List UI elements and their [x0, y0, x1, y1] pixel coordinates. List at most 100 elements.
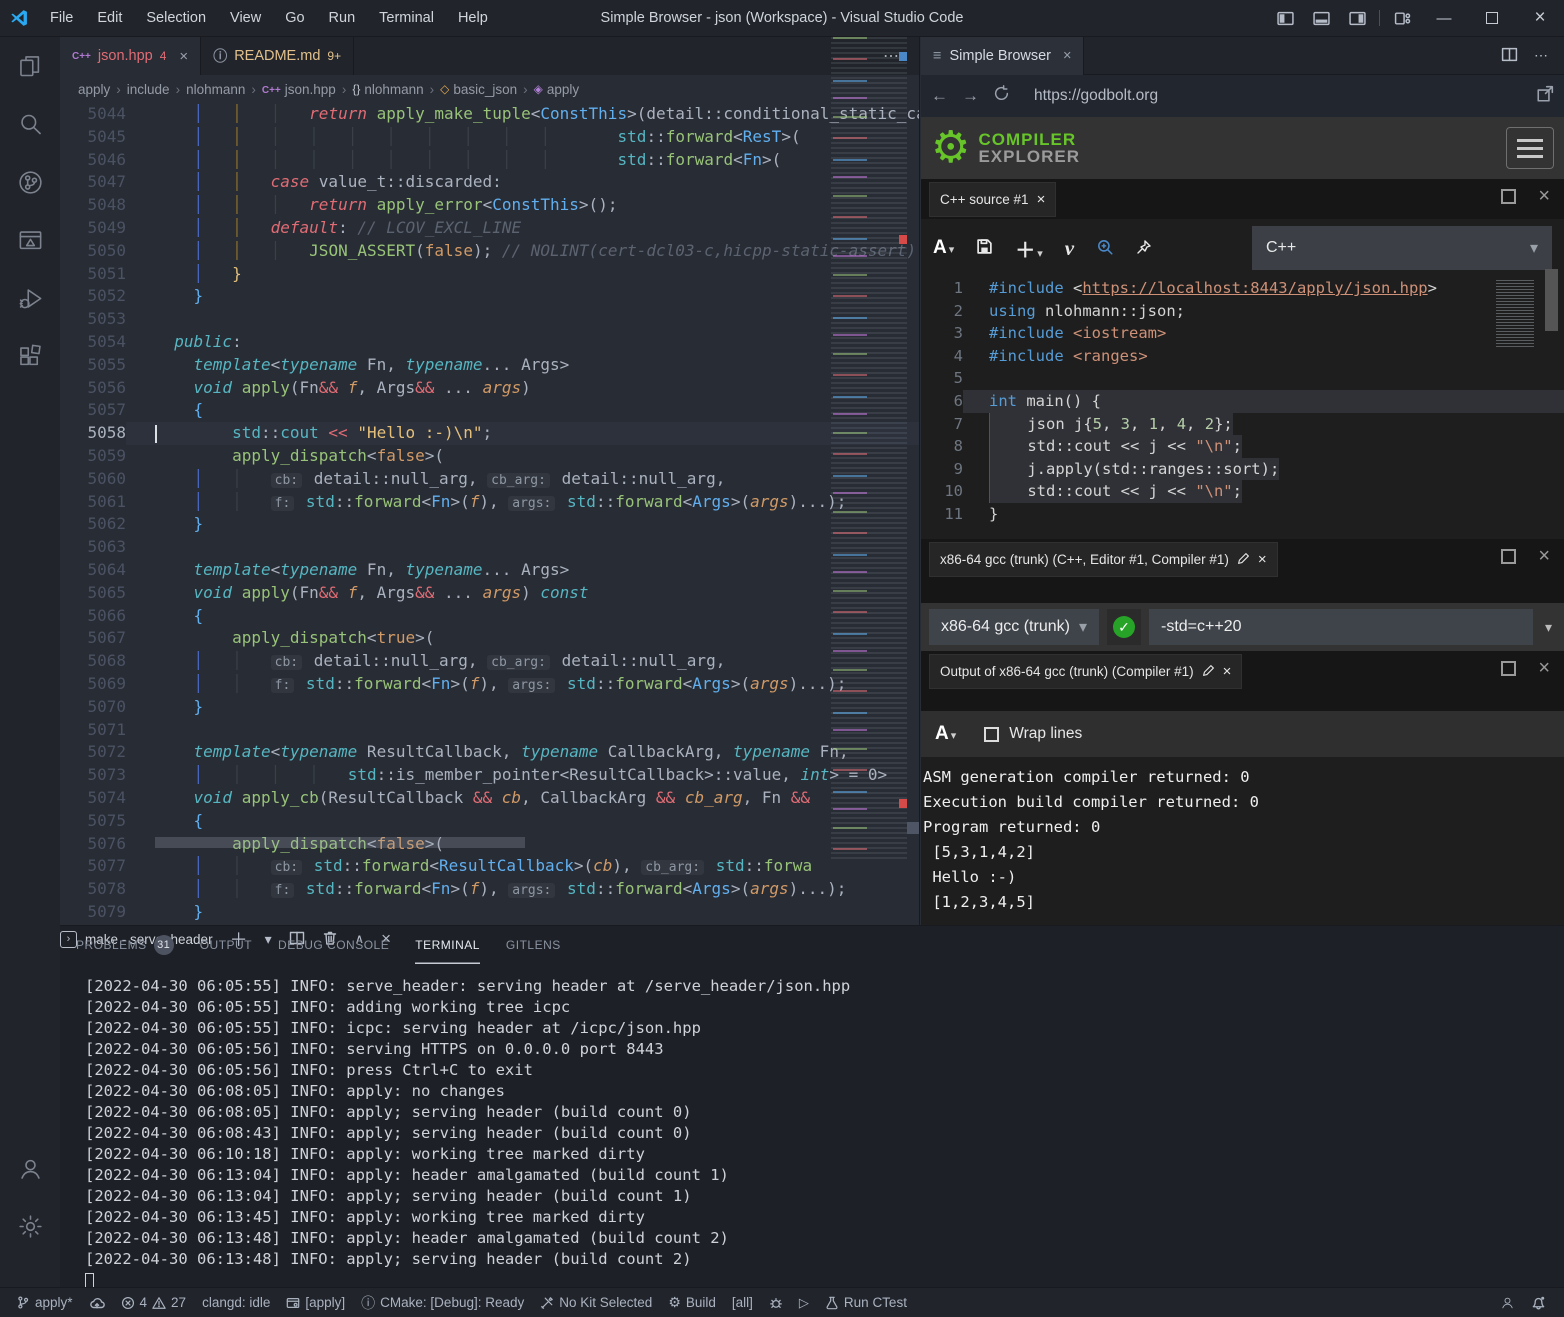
- add-pane-button[interactable]: ＋▾: [1015, 234, 1043, 263]
- ce-source-tab[interactable]: C++ source #1 ×: [929, 182, 1056, 217]
- breadcrumb[interactable]: apply›include›nlohmann›C++json.hpp›{}nlo…: [60, 75, 919, 103]
- breadcrumb-item-nlohmann[interactable]: nlohmann: [186, 82, 245, 97]
- close-tab-icon[interactable]: ×: [179, 48, 188, 65]
- extensions-icon[interactable]: [0, 327, 60, 385]
- cmake-panel-icon[interactable]: [0, 211, 60, 269]
- close-pane-icon[interactable]: ×: [1037, 191, 1046, 208]
- layout-panel-icon[interactable]: [1303, 0, 1339, 36]
- minimap[interactable]: [831, 37, 907, 859]
- maximize-button[interactable]: [1468, 0, 1516, 36]
- menu-view[interactable]: View: [218, 0, 273, 36]
- search-icon[interactable]: [0, 95, 60, 153]
- ce-compiler-tab[interactable]: x86-64 gcc (trunk) (C++, Editor #1, Comp…: [929, 542, 1278, 577]
- split-editor-icon[interactable]: [1501, 46, 1518, 66]
- status-notifications[interactable]: [1523, 1288, 1554, 1317]
- maximize-pane-icon[interactable]: [1501, 661, 1516, 676]
- code-line-5056: 5056 void apply(Fn&& f, Args&& ... args): [60, 377, 919, 400]
- status-publish[interactable]: [81, 1288, 113, 1317]
- open-external-icon[interactable]: [1536, 85, 1554, 108]
- status-cmake-status[interactable]: ⓘCMake: [Debug]: Ready: [353, 1288, 532, 1317]
- status-build-target[interactable]: [all]: [724, 1288, 761, 1317]
- panel-tab-debug-console[interactable]: DEBUG CONSOLE: [278, 926, 389, 964]
- maximize-pane-icon[interactable]: [1501, 189, 1516, 204]
- edit-pane-title-icon[interactable]: [1237, 552, 1250, 568]
- ce-scrollbar[interactable]: [1545, 269, 1558, 331]
- menu-edit[interactable]: Edit: [85, 0, 134, 36]
- language-select[interactable]: C++ ▾: [1252, 226, 1552, 270]
- breadcrumb-item-basic_json[interactable]: ◇basic_json: [440, 82, 517, 97]
- chevron-down-icon[interactable]: ▾: [1541, 619, 1556, 636]
- back-icon[interactable]: ←: [931, 86, 948, 106]
- ce-minimap[interactable]: [1496, 280, 1534, 348]
- panel-tab-output[interactable]: OUTPUT: [200, 926, 252, 964]
- breadcrumb-item-json.hpp[interactable]: C++json.hpp: [262, 82, 336, 97]
- status-feedback[interactable]: [1492, 1288, 1523, 1317]
- minimize-button[interactable]: —: [1420, 0, 1468, 36]
- vim-mode-button[interactable]: v: [1065, 236, 1074, 261]
- editor-horizontal-scrollbar[interactable]: [155, 837, 525, 848]
- menu-go[interactable]: Go: [273, 0, 316, 36]
- status-branch[interactable]: apply*: [8, 1288, 81, 1317]
- breadcrumb-item-apply[interactable]: apply: [78, 82, 110, 97]
- status-cmake-project[interactable]: [apply]: [278, 1288, 353, 1317]
- breadcrumb-separator: ›: [430, 82, 435, 97]
- breadcrumb-item-apply[interactable]: ◈apply: [534, 82, 580, 97]
- terminal-output[interactable]: [2022-04-30 06:05:55] INFO: serve_header…: [60, 964, 1564, 1288]
- close-pane-icon[interactable]: ×: [1223, 663, 1232, 680]
- forward-icon[interactable]: →: [962, 86, 979, 106]
- status-problems[interactable]: 427: [113, 1288, 195, 1317]
- tab-simple-browser[interactable]: ≡ Simple Browser ×: [921, 37, 1084, 75]
- close-pane-icon[interactable]: ×: [1538, 189, 1550, 204]
- ce-output-tab[interactable]: Output of x86-64 gcc (trunk) (Compiler #…: [929, 654, 1242, 689]
- close-window-button[interactable]: ×: [1516, 0, 1564, 36]
- code-editor[interactable]: 5044 │ │ │ return apply_make_tuple<Const…: [60, 103, 919, 925]
- status-debug-target[interactable]: [761, 1288, 791, 1317]
- status-launch-target[interactable]: ▷: [791, 1288, 817, 1317]
- layout-sidebar-right-icon[interactable]: [1339, 0, 1375, 36]
- maximize-pane-icon[interactable]: [1501, 549, 1516, 564]
- compiler-select[interactable]: x86-64 gcc (trunk) ▾: [929, 609, 1099, 645]
- save-button[interactable]: [976, 238, 993, 258]
- panel-tab-terminal[interactable]: TERMINAL: [415, 926, 480, 964]
- explorer-icon[interactable]: [0, 37, 60, 95]
- panel-tab-gitlens[interactable]: GITLENS: [506, 926, 561, 964]
- url-input[interactable]: https://godbolt.org: [1024, 87, 1522, 105]
- font-size-button[interactable]: A▾: [933, 237, 954, 259]
- ce-source-editor[interactable]: 1#include <https://localhost:8443/apply/…: [921, 277, 1564, 539]
- status-cmake-build[interactable]: ⚙Build: [660, 1288, 724, 1317]
- close-pane-icon[interactable]: ×: [1258, 551, 1267, 568]
- hamburger-menu-icon[interactable]: [1506, 127, 1554, 169]
- menu-file[interactable]: File: [38, 0, 85, 36]
- reload-icon[interactable]: [993, 85, 1010, 107]
- compile-status-button[interactable]: ✓: [1107, 609, 1141, 645]
- close-pane-icon[interactable]: ×: [1538, 549, 1550, 564]
- more-actions-icon[interactable]: ⋯: [1534, 47, 1550, 64]
- layout-customize-icon[interactable]: [1384, 0, 1420, 36]
- search-button[interactable]: [1096, 238, 1114, 259]
- compiler-options-input[interactable]: -std=c++20: [1149, 609, 1533, 645]
- font-size-button[interactable]: A▾: [935, 723, 956, 745]
- source-control-icon[interactable]: [0, 153, 60, 211]
- tab-readme.md[interactable]: ⓘREADME.md9+: [201, 37, 354, 75]
- breadcrumb-item-nlohmann[interactable]: {}nlohmann: [352, 82, 423, 97]
- tab-json.hpp[interactable]: C++json.hpp4×: [60, 37, 201, 75]
- breadcrumb-item-include[interactable]: include: [127, 82, 170, 97]
- status-clangd-status[interactable]: clangd: idle: [194, 1288, 278, 1317]
- layout-sidebar-left-icon[interactable]: [1267, 0, 1303, 36]
- panel-tab-problems[interactable]: PROBLEMS31: [76, 926, 174, 964]
- run-and-debug-icon[interactable]: [0, 269, 60, 327]
- menu-selection[interactable]: Selection: [134, 0, 218, 36]
- editor-vertical-scrollbar[interactable]: [907, 822, 919, 834]
- edit-pane-title-icon[interactable]: [1202, 664, 1215, 680]
- close-pane-icon[interactable]: ×: [1538, 661, 1550, 676]
- status-cmake-kit[interactable]: No Kit Selected: [532, 1288, 660, 1317]
- pin-button[interactable]: [1136, 239, 1152, 258]
- settings-gear-icon[interactable]: [0, 1197, 60, 1255]
- status-run-ctest[interactable]: Run CTest: [817, 1288, 915, 1317]
- accounts-icon[interactable]: [0, 1139, 60, 1197]
- wrap-lines-checkbox[interactable]: [984, 727, 999, 742]
- menu-run[interactable]: Run: [317, 0, 368, 36]
- menu-terminal[interactable]: Terminal: [367, 0, 446, 36]
- close-tab-icon[interactable]: ×: [1063, 48, 1071, 64]
- menu-help[interactable]: Help: [446, 0, 500, 36]
